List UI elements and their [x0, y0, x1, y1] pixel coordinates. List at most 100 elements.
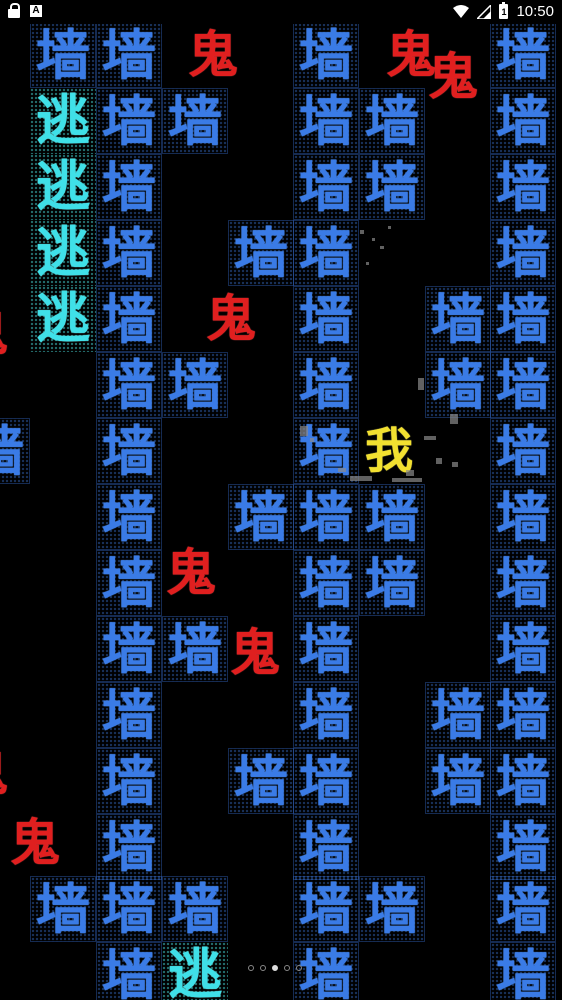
wall-tile: 墙 [162, 876, 228, 942]
wall-tile: 墙 [96, 876, 162, 942]
wall-tile: 墙 [490, 154, 556, 220]
ghost-enemy: 鬼 [206, 290, 256, 348]
escape-tile: 逃 [162, 942, 228, 1000]
wall-tile: 墙 [490, 418, 556, 484]
wall-tile: 墙 [359, 484, 425, 550]
wall-tile: 墙 [96, 484, 162, 550]
page-dot[interactable] [284, 965, 290, 971]
wall-tile: 墙 [293, 220, 359, 286]
wall-tile: 墙 [293, 154, 359, 220]
wall-tile: 墙 [490, 942, 556, 1000]
wifi-icon [453, 4, 470, 18]
wall-tile: 墙 [293, 942, 359, 1000]
movement-trail [450, 414, 458, 424]
battery-level: 1 [501, 7, 507, 17]
page-dot[interactable] [260, 965, 266, 971]
movement-trail [418, 378, 424, 390]
wall-tile: 墙 [490, 286, 556, 352]
movement-trail [350, 476, 372, 481]
page-indicator [248, 965, 302, 971]
wall-tile: 墙 [96, 352, 162, 418]
wall-tile: 墙 [162, 616, 228, 682]
wall-tile: 墙 [96, 286, 162, 352]
wall-tile: 墙 [425, 352, 491, 418]
wall-tile: 墙 [490, 352, 556, 418]
wall-tile: 墙 [490, 220, 556, 286]
wall-tile: 墙 [96, 814, 162, 880]
escape-tile: 逃 [30, 286, 96, 352]
wall-tile: 墙 [359, 154, 425, 220]
wall-tile: 墙 [293, 22, 359, 88]
game-screen[interactable]: A 1 10:50 墙逃逃逃逃墙墙墙墙墙墙墙墙墙墙墙墙墙墙墙墙墙墙墙墙逃墙墙墙墙… [0, 0, 562, 1000]
escape-tile: 逃 [30, 88, 96, 154]
ghost-enemy: 鬼 [0, 740, 16, 806]
wall-tile: 墙 [490, 22, 556, 88]
wall-tile: 墙 [162, 88, 228, 154]
wall-tile: 墙 [96, 88, 162, 154]
wall-tile: 墙 [293, 286, 359, 352]
ghost-enemy: 鬼 [188, 26, 238, 84]
movement-trail [360, 230, 364, 234]
movement-trail [452, 462, 458, 467]
status-time: 10:50 [516, 3, 554, 20]
movement-trail [338, 468, 346, 472]
wall-tile: 墙 [293, 616, 359, 682]
wall-tile: 墙 [293, 88, 359, 154]
wall-tile: 墙 [96, 616, 162, 682]
battery-icon: 1 [499, 2, 509, 19]
wall-tile: 墙 [293, 748, 359, 814]
wall-tile: 墙 [359, 876, 425, 942]
wall-tile: 墙 [96, 550, 162, 616]
wall-tile: 墙 [293, 876, 359, 942]
wall-tile: 墙 [490, 550, 556, 616]
page-dot[interactable] [248, 965, 254, 971]
wall-tile: 墙 [293, 682, 359, 748]
wall-tile: 墙 [490, 876, 556, 942]
wall-tile: 墙 [425, 748, 491, 814]
movement-trail [392, 478, 422, 482]
wall-tile: 墙 [96, 682, 162, 748]
movement-trail [380, 246, 384, 249]
wall-tile: 墙 [490, 616, 556, 682]
movement-trail [310, 438, 314, 442]
wall-tile: 墙 [425, 286, 491, 352]
wall-tile: 墙 [359, 550, 425, 616]
ghost-enemy: 鬼 [10, 814, 60, 872]
wall-tile: 墙 [228, 484, 294, 550]
status-bar: A 1 10:50 [0, 0, 562, 24]
ghost-enemy: 鬼 [428, 48, 478, 106]
a-icon: A [30, 5, 42, 17]
lock-icon [8, 3, 20, 19]
wall-tile: 墙 [228, 748, 294, 814]
wall-tile: 墙 [293, 484, 359, 550]
wall-tile: 墙 [96, 154, 162, 220]
wall-tile: 墙 [293, 550, 359, 616]
wall-tile: 墙 [490, 484, 556, 550]
movement-trail [366, 262, 369, 265]
escape-tile: 逃 [30, 220, 96, 286]
wall-tile: 墙 [425, 682, 491, 748]
wall-tile: 墙 [490, 748, 556, 814]
wall-tile: 墙 [228, 220, 294, 286]
movement-trail [300, 426, 308, 436]
ghost-enemy: 鬼 [0, 300, 16, 366]
wall-tile: 墙 [0, 418, 30, 484]
wall-tile: 墙 [162, 352, 228, 418]
wall-tile: 墙 [96, 220, 162, 286]
wall-tile: 墙 [359, 88, 425, 154]
escape-tile: 逃 [30, 154, 96, 220]
wall-tile: 墙 [490, 88, 556, 154]
wall-tile: 墙 [30, 876, 96, 942]
ghost-enemy: 鬼 [166, 544, 216, 602]
movement-trail [406, 470, 414, 476]
signal-icon [477, 4, 492, 19]
page-dot[interactable] [296, 965, 302, 971]
wall-tile: 墙 [96, 22, 162, 88]
wall-tile: 墙 [96, 748, 162, 814]
page-dot[interactable] [272, 965, 278, 971]
movement-trail [436, 458, 442, 464]
wall-tile: 墙 [30, 22, 96, 88]
movement-trail [424, 436, 436, 440]
wall-tile: 墙 [96, 942, 162, 1000]
wall-tile: 墙 [490, 814, 556, 880]
